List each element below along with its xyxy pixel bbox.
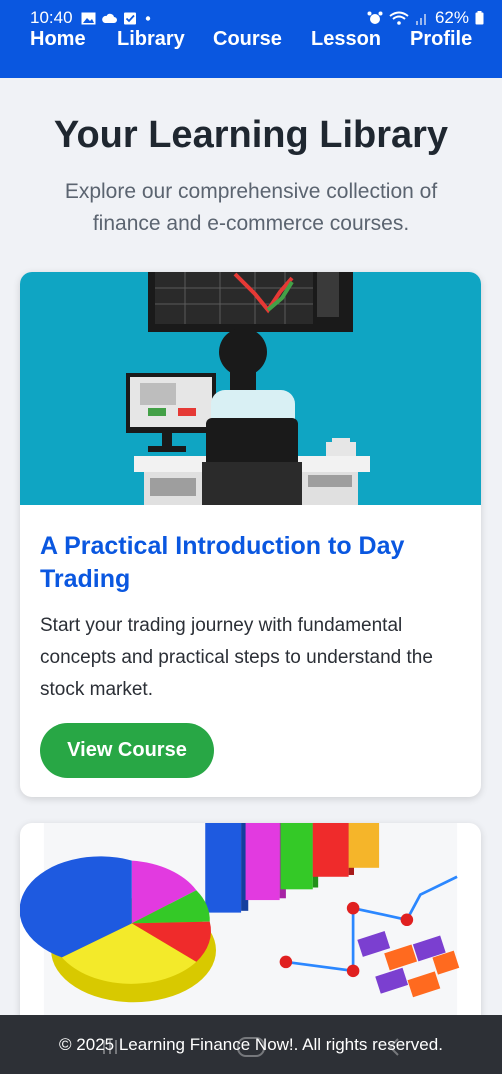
course-title[interactable]: A Practical Introduction to Day Trading xyxy=(40,530,460,596)
page-title: Your Learning Library xyxy=(53,114,449,156)
status-time: 10:40 xyxy=(30,8,73,27)
gallery-icon xyxy=(81,12,96,24)
site-footer: © 2025 Learning Finance Now!. All rights… xyxy=(0,1015,502,1074)
task-icon xyxy=(123,12,136,24)
battery-icon xyxy=(475,11,484,25)
wifi-icon xyxy=(389,11,409,25)
page-subtitle: Explore our comprehensive collection of … xyxy=(64,180,438,235)
course-description: Start your trading journey with fundamen… xyxy=(40,615,433,700)
status-bar: 10:40 62% xyxy=(30,8,484,28)
footer-copyright: © 2025 Learning Finance Now!. All rights… xyxy=(59,1034,443,1054)
signal-icon xyxy=(415,14,426,25)
nav-item-profile[interactable]: Profile xyxy=(410,28,472,51)
cloud-icon xyxy=(101,13,117,23)
dot-icon xyxy=(145,15,150,21)
nav-item-course[interactable]: Course xyxy=(213,28,282,51)
nav-item-home[interactable]: Home xyxy=(30,28,86,51)
alarm-icon xyxy=(367,11,383,24)
battery-percent: 62% xyxy=(434,8,469,27)
trading-desk-illustration xyxy=(20,272,481,505)
top-nav: Home Library Course Lesson Profile xyxy=(0,26,502,56)
nav-item-lesson[interactable]: Lesson xyxy=(311,28,381,51)
course-card: A Practical Introduction to Day Trading … xyxy=(20,272,481,797)
view-course-button[interactable]: View Course xyxy=(40,723,214,778)
app-header: 10:40 62% Home Library Course Lesson Pro… xyxy=(0,0,502,78)
status-right: 62% xyxy=(367,8,484,28)
nav-item-library[interactable]: Library xyxy=(117,28,185,51)
